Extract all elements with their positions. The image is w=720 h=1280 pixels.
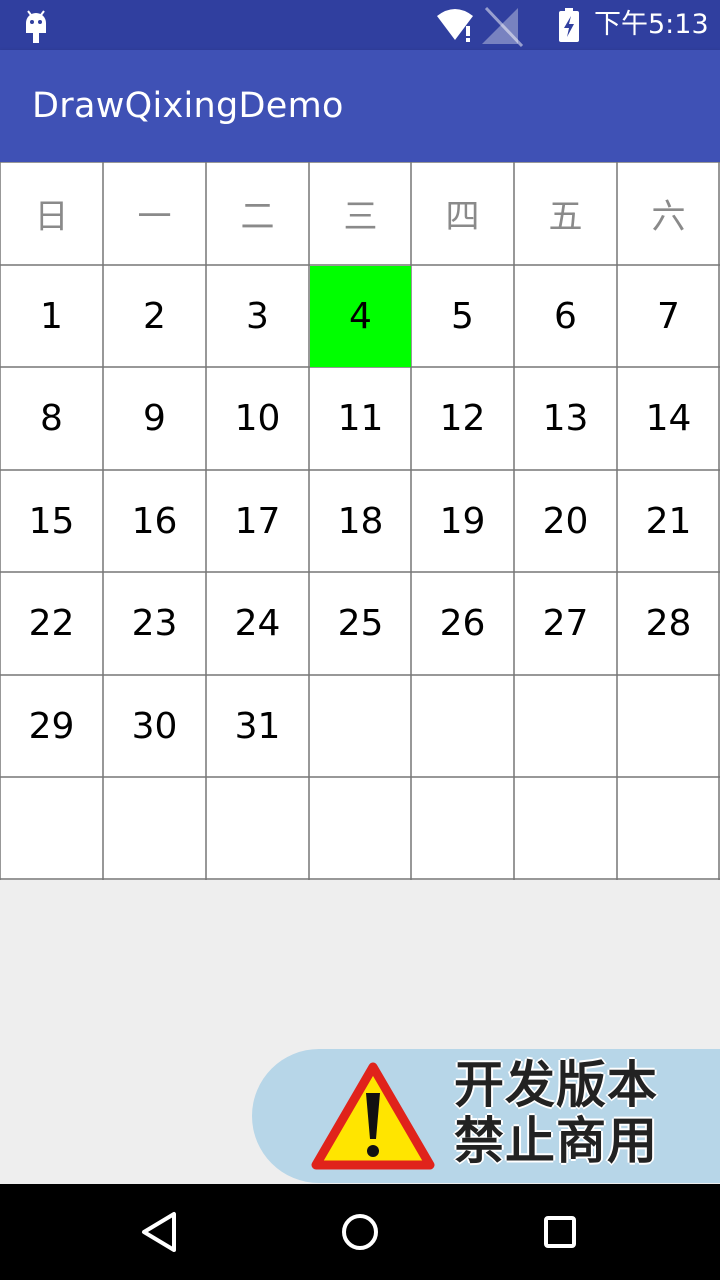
empty-day-cell [207,778,308,879]
empty-day-cell [412,778,513,879]
day-cell[interactable]: 21 [618,471,719,572]
home-icon[interactable] [336,1208,384,1256]
dev-version-badge: 开发版本 禁止商用 [252,1049,720,1183]
day-cell[interactable]: 16 [104,471,205,572]
app-title: DrawQixingDemo [32,86,344,126]
day-cell[interactable]: 14 [618,368,719,469]
day-cell[interactable]: 9 [104,368,205,469]
day-cell[interactable]: 25 [310,573,411,674]
day-cell[interactable]: 17 [207,471,308,572]
empty-day-cell [310,676,411,777]
weekday-header: 五 [548,197,583,237]
empty-day-cell [618,676,719,777]
day-cell[interactable]: 23 [104,573,205,674]
day-cell[interactable]: 10 [207,368,308,469]
weekday-header: 四 [445,197,480,237]
day-cell-selected[interactable]: 4 [310,266,411,367]
calendar-grid: 日一二三四五六 1 2 3 4 5 6 7 8 9 10 11 12 13 14 15 16 17 18 19 20 21… [0,162,720,880]
battery-icon [559,8,579,42]
back-icon[interactable] [136,1208,184,1256]
empty-day-cell [412,676,513,777]
app-root: 下午5:13 DrawQixingDemo 日一二三四五六 1 2 3 4 5 6 7 8 9 10… [0,0,720,1280]
signal-icon [482,6,524,48]
day-cell[interactable]: 6 [515,266,616,367]
day-cell[interactable]: 1 [1,266,102,367]
day-cell[interactable]: 18 [310,471,411,572]
day-cell[interactable]: 19 [412,471,513,572]
empty-day-cell [104,778,205,879]
badge-text: 开发版本 禁止商用 [454,1057,674,1169]
day-cell[interactable]: 26 [412,573,513,674]
day-cell[interactable]: 30 [104,676,205,777]
day-cell[interactable]: 31 [207,676,308,777]
empty-day-cell [618,778,719,879]
navigation-bar [0,1184,720,1280]
weekday-header: 二 [240,197,275,237]
day-cell[interactable]: 7 [618,266,719,367]
empty-day-cell [310,778,411,879]
day-cell[interactable]: 15 [1,471,102,572]
empty-day-cell [515,778,616,879]
weekday-header: 一 [137,197,172,237]
android-icon [26,10,46,43]
day-cell[interactable]: 5 [412,266,513,367]
day-cell[interactable]: 12 [412,368,513,469]
day-cell[interactable]: 24 [207,573,308,674]
wifi-icon [437,9,473,42]
badge-line-2: 禁止商用 [454,1112,658,1170]
day-cell[interactable]: 8 [1,368,102,469]
app-bar: DrawQixingDemo [0,50,720,162]
empty-day-cell [515,676,616,777]
day-cell[interactable]: 3 [207,266,308,367]
day-cell[interactable]: 20 [515,471,616,572]
badge-line-1: 开发版本 [454,1056,658,1114]
day-cell[interactable]: 22 [1,573,102,674]
day-cell[interactable]: 13 [515,368,616,469]
weekday-header: 三 [343,197,378,237]
day-cell[interactable]: 29 [1,676,102,777]
status-clock: 下午5:13 [594,9,709,40]
weekday-header: 日 [34,197,69,237]
day-cell[interactable]: 2 [104,266,205,367]
empty-day-cell [1,778,102,879]
day-cell[interactable]: 11 [310,368,411,469]
day-cell[interactable]: 27 [515,573,616,674]
weekday-header: 六 [651,197,686,237]
status-bar: 下午5:13 [0,0,720,50]
recents-icon[interactable] [536,1208,584,1256]
day-cell[interactable]: 28 [618,573,719,674]
warning-icon [311,1062,435,1170]
